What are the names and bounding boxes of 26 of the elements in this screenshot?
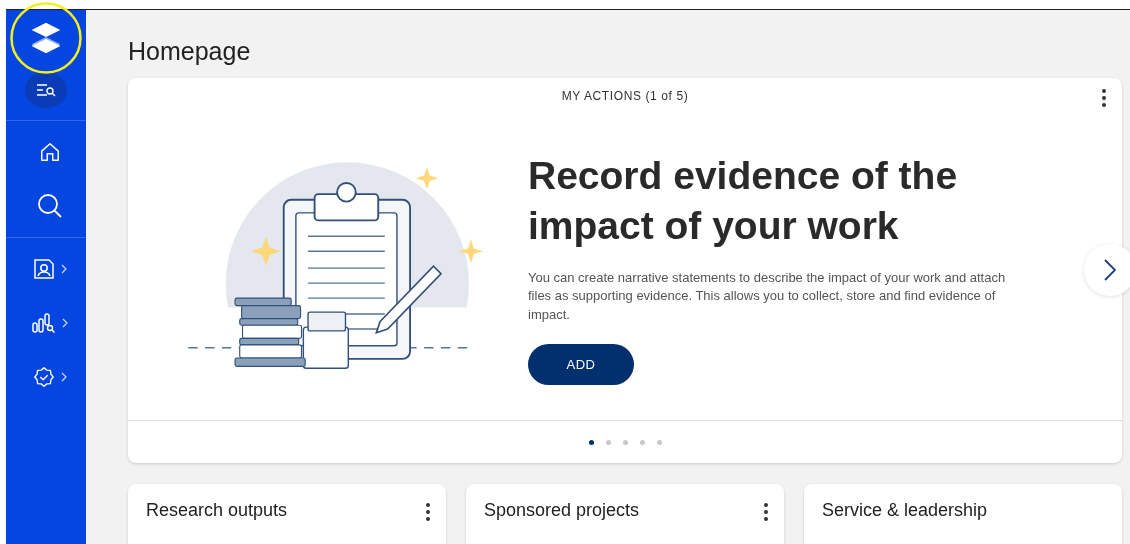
action-heading: Record evidence of the impact of your work [528, 152, 959, 249]
profile-card-icon [33, 258, 55, 280]
carousel-dot[interactable] [605, 439, 611, 445]
chevron-right-icon [1104, 258, 1116, 281]
action-description: You can create narrative statements to describe the impact of your work and attach files as supporting evidence. This allows you to collect, store and find evidence of impact. [528, 268, 1007, 324]
chevron-right-icon [62, 318, 68, 328]
carousel-dot[interactable] [656, 439, 662, 445]
filter-search-icon [36, 83, 56, 97]
card-title: Research outputs [146, 500, 288, 520]
card-header: MY ACTIONS (1 of 5) [561, 88, 689, 105]
card-title: Service & leadership [822, 500, 988, 520]
verified-badge-icon [33, 366, 55, 388]
carousel-dot[interactable] [588, 439, 594, 445]
home-icon [39, 141, 61, 163]
search-icon [37, 193, 63, 219]
add-button[interactable]: ADD [528, 344, 634, 385]
card-title: Sponsored projects [484, 500, 640, 520]
highlight-ring [10, 2, 82, 74]
chevron-right-icon [61, 264, 67, 274]
next-slide-button[interactable] [1084, 243, 1130, 296]
filter-search-button[interactable] [25, 72, 67, 108]
carousel-dot[interactable] [622, 439, 628, 445]
page-title: Homepage [128, 38, 252, 66]
chart-search-icon [32, 312, 56, 334]
carousel-dot[interactable] [639, 439, 645, 445]
chevron-right-icon [61, 372, 67, 382]
